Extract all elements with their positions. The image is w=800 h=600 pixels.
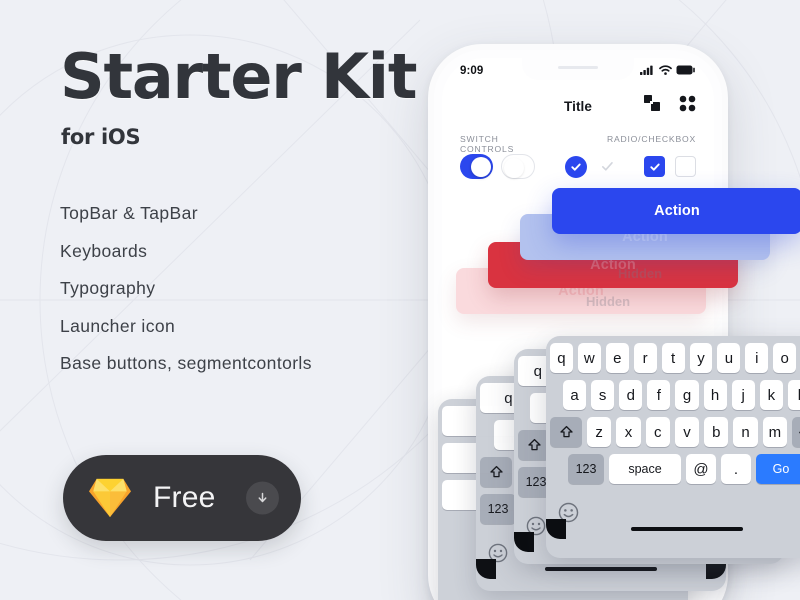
key[interactable]: t [661, 343, 685, 373]
sketch-gem-icon [87, 477, 133, 519]
list-item: Base buttons, segmentcontorls [60, 353, 312, 373]
list-item: TopBar & TapBar [60, 203, 198, 223]
key[interactable]: b [704, 417, 729, 447]
go-key[interactable]: Go [756, 454, 800, 484]
list-item: Keyboards [60, 240, 148, 261]
download-arrow-icon[interactable] [246, 481, 279, 515]
shift-icon[interactable] [550, 417, 583, 447]
key[interactable]: j [731, 380, 755, 410]
numeric-key[interactable]: 123 [568, 454, 604, 484]
key[interactable]: r [633, 343, 657, 373]
keyboard-row-2: a s d f g h j k l [550, 380, 800, 410]
key[interactable]: e [605, 343, 629, 373]
key[interactable]: n [733, 417, 758, 447]
keyboard-stack: q q w a [428, 44, 800, 600]
key[interactable]: l [787, 380, 800, 410]
key[interactable]: g [675, 380, 699, 410]
key[interactable]: i [745, 343, 769, 373]
numeric-key[interactable]: 123 [480, 494, 516, 524]
key[interactable]: u [717, 343, 741, 373]
list-item: Launcher icon [60, 315, 176, 336]
keyboard-row-4: 123 space @ . Go [550, 454, 800, 484]
key[interactable]: m [762, 417, 787, 447]
page-subtitle: for iOS [61, 125, 141, 149]
key[interactable]: s [591, 380, 615, 410]
page-title: Starter Kit [60, 40, 417, 113]
key[interactable]: h [703, 380, 727, 410]
free-download-button[interactable]: Free [63, 455, 301, 541]
poster-canvas: Starter Kit for iOS TopBar & TapBar Keyb… [0, 0, 800, 600]
key[interactable]: x [616, 417, 641, 447]
key[interactable]: q [549, 343, 573, 373]
key[interactable]: d [619, 380, 643, 410]
period-key[interactable]: . [721, 454, 751, 484]
at-key[interactable]: @ [686, 454, 716, 484]
free-label: Free [153, 481, 216, 514]
keyboard-row-1: q w e r t y u i o p [549, 343, 800, 373]
space-key[interactable]: space [609, 454, 681, 484]
key[interactable]: y [689, 343, 713, 373]
key[interactable]: a [563, 380, 587, 410]
home-indicator [545, 567, 657, 571]
key[interactable]: o [773, 343, 797, 373]
home-indicator [631, 527, 743, 531]
backspace-icon[interactable] [791, 417, 800, 447]
keyboard-bottom-bar [546, 491, 800, 539]
key[interactable]: z [587, 417, 612, 447]
feature-list: TopBar & TapBar Keyboards Typography Lau… [60, 203, 312, 393]
key[interactable]: k [759, 380, 783, 410]
key[interactable]: v [674, 417, 700, 447]
key[interactable]: w [577, 343, 601, 373]
key[interactable]: c [645, 417, 670, 447]
list-item: Typography [60, 278, 156, 298]
left-info-panel: Starter Kit for iOS TopBar & TapBar Keyb… [0, 0, 430, 600]
keyboard-row-3: z x c v b n m [550, 417, 800, 447]
keyboard-layer-front: q w e r t y u i o p a s d f g h [546, 336, 800, 558]
key[interactable]: f [647, 380, 671, 410]
shift-icon[interactable] [480, 457, 512, 487]
action-button-blue[interactable]: Action [552, 188, 800, 234]
